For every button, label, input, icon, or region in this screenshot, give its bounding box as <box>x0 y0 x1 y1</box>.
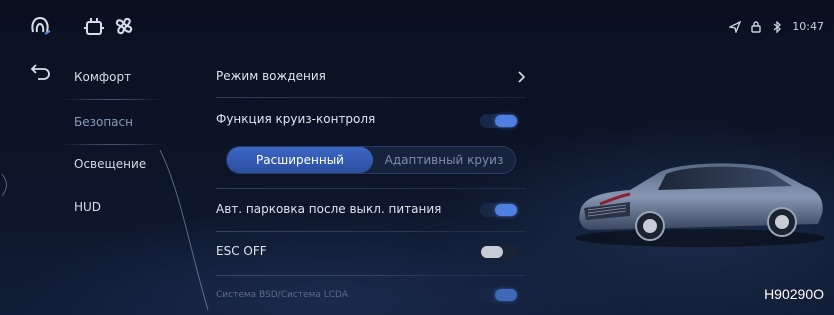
cruise-control-toggle[interactable] <box>480 114 518 128</box>
sidebar-item-comfort[interactable]: Комфорт <box>74 70 131 84</box>
toggle-knob <box>495 115 517 127</box>
cruise-mode-selector: Расширенный Адаптивный круиз <box>226 146 516 174</box>
scroll-left-indicator <box>1 173 7 197</box>
toggle-knob <box>481 246 503 258</box>
chevron-right-icon[interactable] <box>516 70 526 84</box>
divider <box>60 99 164 100</box>
auto-park-toggle[interactable] <box>480 203 518 217</box>
bsd-lcda-label: Система BSD/Система LCDA <box>216 290 348 300</box>
location-arrow-icon <box>728 20 742 34</box>
divider <box>216 188 526 189</box>
divider <box>216 231 526 232</box>
cruise-control-label: Функция круиз-контроля <box>216 112 376 126</box>
status-bar: 10:47 <box>728 19 824 34</box>
cruise-mode-adaptive[interactable]: Адаптивный круиз <box>373 147 515 173</box>
bluetooth-icon <box>771 19 783 34</box>
sidebar-item-hud[interactable]: HUD <box>74 200 101 214</box>
esc-off-toggle[interactable] <box>480 245 518 259</box>
lock-icon <box>750 20 762 33</box>
car-illustration <box>575 163 825 247</box>
clock-time: 10:47 <box>792 20 824 33</box>
sidebar-item-lighting[interactable]: Освещение <box>74 157 146 171</box>
top-bar: 10:47 <box>0 0 834 56</box>
esc-off-label: ESC OFF <box>216 244 267 258</box>
divider <box>60 144 164 145</box>
seat-massage-icon[interactable] <box>80 12 108 40</box>
auto-park-label: Авт. парковка после выкл. питания <box>216 202 442 216</box>
toggle-knob <box>495 289 517 301</box>
toggle-knob <box>495 204 517 216</box>
cruise-mode-extended[interactable]: Расширенный <box>227 147 373 173</box>
sidebar-item-safety[interactable]: Безопасн <box>74 115 133 129</box>
sidebar-selection-arc <box>159 150 209 310</box>
fan-icon[interactable] <box>110 12 138 40</box>
divider <box>216 275 526 276</box>
divider <box>216 97 526 98</box>
drive-mode-row[interactable]: Режим вождения <box>216 69 516 83</box>
bsd-lcda-toggle[interactable] <box>480 288 518 302</box>
watermark-code: H90290O <box>764 286 824 302</box>
vehicle-settings-screen: 10:47 Комфорт Безопасн Освещение HUD Реж… <box>0 0 834 315</box>
headrest-seat-icon[interactable] <box>26 12 54 40</box>
